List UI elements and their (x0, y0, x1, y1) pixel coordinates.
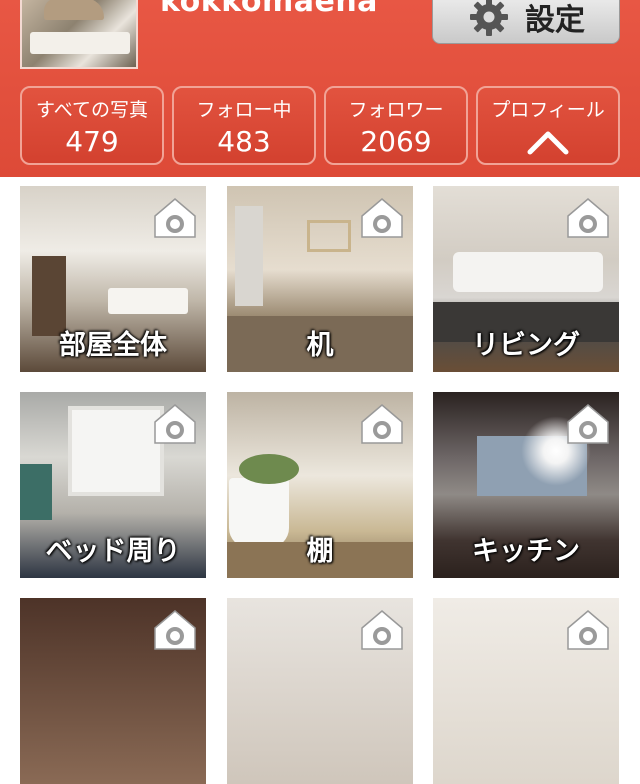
camera-house-icon (567, 610, 609, 650)
stat-followers-label: フォロワー (348, 99, 444, 121)
stat-all-photos[interactable]: すべての写真 479 (20, 86, 164, 165)
profile-toggle-button[interactable]: プロフィール (476, 86, 620, 165)
camera-house-icon (567, 198, 609, 238)
camera-house-icon (567, 404, 609, 444)
tile-caption: ベッド周り (45, 536, 181, 567)
camera-house-icon (154, 404, 196, 444)
stat-all-photos-value: 479 (65, 125, 119, 158)
photo-tile[interactable]: 部屋全体 (20, 186, 206, 372)
camera-house-icon (361, 610, 403, 650)
tile-caption: 棚 (306, 536, 334, 567)
username: kokkomaena (160, 0, 378, 19)
stat-followers-value: 2069 (360, 125, 432, 158)
camera-house-icon (361, 198, 403, 238)
profile-toggle-label: プロフィール (491, 99, 605, 121)
photo-tile[interactable]: 棚 (227, 392, 413, 578)
camera-house-icon (361, 404, 403, 444)
tile-caption: リビング (472, 330, 580, 361)
photo-tile[interactable]: 机 (227, 186, 413, 372)
tile-caption: 机 (306, 330, 334, 361)
stat-following-value: 483 (217, 125, 271, 158)
stat-following-label: フォロー中 (196, 99, 292, 121)
tile-caption: キッチン (472, 536, 580, 567)
avatar[interactable] (20, 0, 138, 69)
settings-button[interactable]: 設定 (432, 0, 620, 44)
stat-followers[interactable]: フォロワー 2069 (324, 86, 468, 165)
photo-tile[interactable] (20, 598, 206, 784)
profile-header: kokkomaena 設定 すべての写真 479 フォロー中 483 フォロワー (0, 0, 640, 177)
photo-tile[interactable] (227, 598, 413, 784)
photo-tile[interactable]: キッチン (433, 392, 619, 578)
chevron-up-icon (527, 131, 569, 155)
gear-icon (470, 0, 508, 36)
photo-tile[interactable]: リビング (433, 186, 619, 372)
camera-house-icon (154, 198, 196, 238)
photo-tile[interactable]: ベッド周り (20, 392, 206, 578)
stat-following[interactable]: フォロー中 483 (172, 86, 316, 165)
stat-all-photos-label: すべての写真 (36, 99, 148, 121)
photo-tile[interactable] (433, 598, 619, 784)
tile-caption: 部屋全体 (59, 330, 167, 361)
camera-house-icon (154, 610, 196, 650)
settings-label: 設定 (525, 3, 585, 38)
